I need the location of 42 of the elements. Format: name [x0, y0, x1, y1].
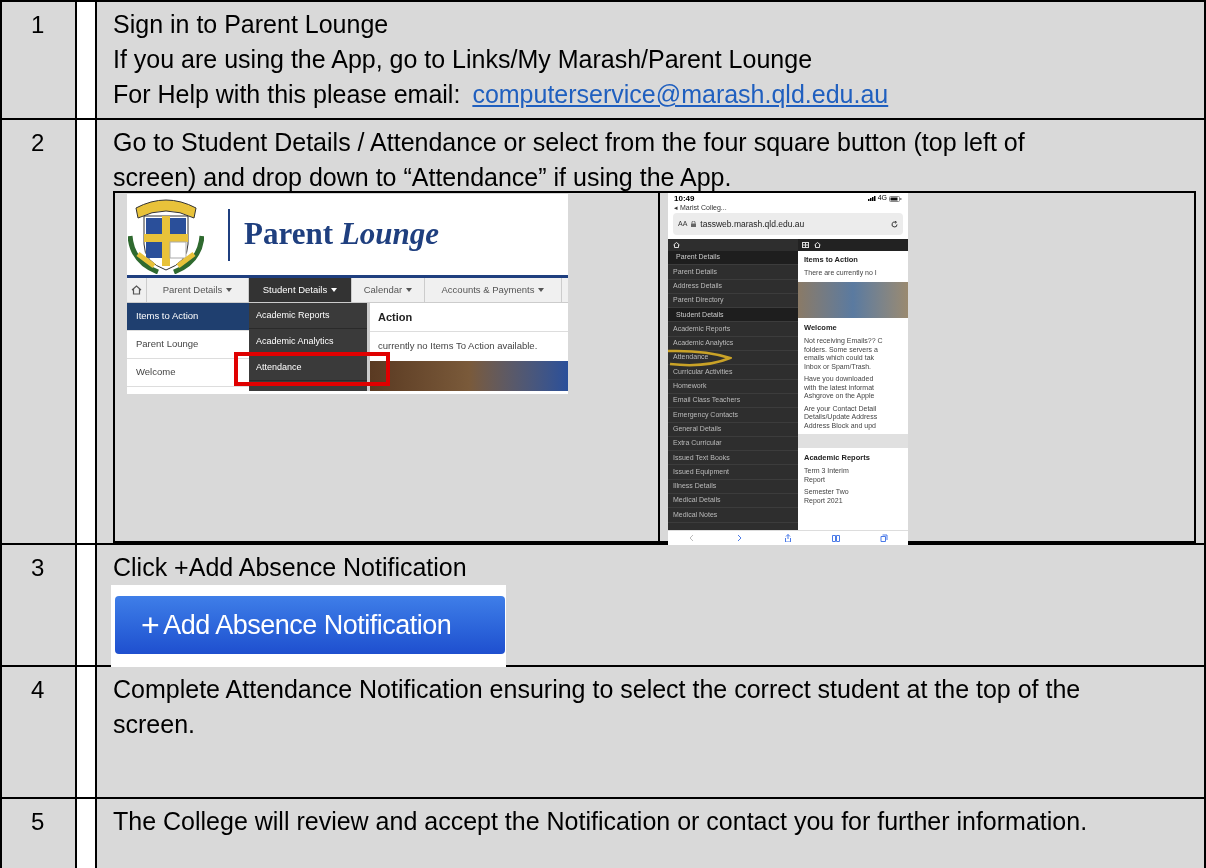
signal-icon: [867, 196, 876, 201]
home-icon[interactable]: [673, 242, 680, 248]
instruction-text: Go to Student Details / Attendance or select from the four square button (top left of screen) and drop down to “Attendance” if using the App.: [113, 127, 1026, 193]
nav-tab[interactable]: Student Details: [249, 278, 352, 302]
step-number: 2: [30, 128, 46, 158]
instruction-text: Click +Add Absence Notification: [113, 552, 467, 583]
instruction-text: The College will review and accept the Notification or contact you for further information.: [113, 806, 1088, 837]
forward-icon[interactable]: [736, 534, 744, 542]
instruction-text: Complete Attendance Notification ensuring to select the correct student at the top of the screen.: [113, 674, 1082, 740]
caret-icon: [406, 288, 413, 292]
status-time: 10:49: [674, 194, 696, 203]
dropdown-item[interactable]: Academic Analytics: [249, 329, 367, 355]
plus-text: +: [141, 606, 160, 645]
tabs-icon[interactable]: [880, 534, 888, 542]
dropdown-item[interactable]: Academic Reports: [249, 303, 367, 329]
nav-tab[interactable]: Accounts & Payments: [425, 278, 562, 302]
caret-icon: [331, 288, 338, 292]
button-label: Add Absence Notification: [163, 608, 452, 642]
reload-icon[interactable]: [891, 220, 898, 228]
book-icon[interactable]: [832, 534, 840, 542]
content-heading: Action: [377, 309, 414, 325]
step-number: 3: [30, 553, 46, 583]
sidebar-item[interactable]: Items to Action: [127, 303, 249, 331]
email-link[interactable]: computerservice@marash.qld.edu.au: [472, 77, 889, 112]
home-icon[interactable]: [814, 242, 821, 248]
url-text: tassweb.marash.qld.edu.au: [700, 217, 806, 231]
instruction-text: If you are using the App, go to Links/My Marash/Parent Lounge: [113, 44, 813, 75]
lock-icon: [691, 221, 697, 227]
dropdown-item[interactable]: Attendance: [249, 355, 367, 381]
site-title: Parent Lounge: [244, 215, 439, 254]
step-number: 4: [30, 675, 46, 705]
help-text: For Help with this please email:: [113, 79, 461, 110]
nav-tab[interactable]: Calendar: [352, 278, 425, 302]
add-absence-notification-button[interactable]: +Add Absence Notification: [115, 596, 505, 654]
grid-icon[interactable]: [802, 242, 809, 248]
instruction-text: Sign in to Parent Lounge: [113, 9, 389, 40]
caret-icon: [226, 288, 233, 292]
caret-icon: [538, 288, 545, 292]
step-number: 1: [30, 10, 46, 40]
step-number: 5: [30, 807, 46, 837]
battery-icon: [889, 195, 902, 202]
share-icon[interactable]: [784, 534, 792, 542]
